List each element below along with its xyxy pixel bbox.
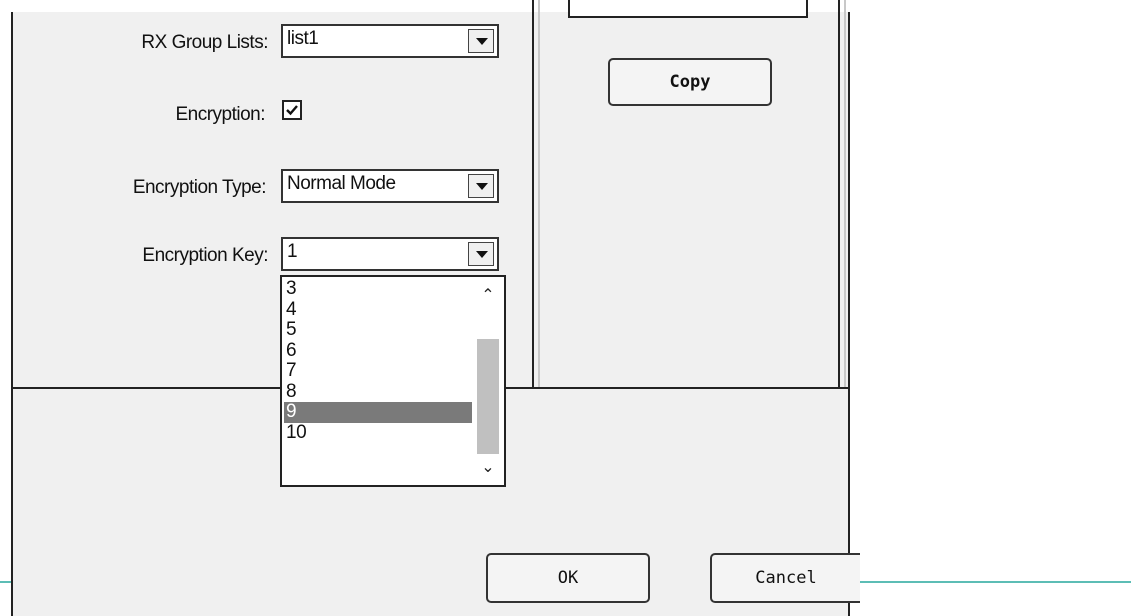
encryption-key-value: 1 bbox=[287, 241, 298, 262]
scroll-up-icon[interactable]: ⌃ bbox=[474, 283, 502, 309]
accent-line-left bbox=[0, 581, 11, 583]
rx-group-lists-value: list1 bbox=[287, 28, 319, 49]
panel-divider-right-shadow bbox=[844, 0, 846, 389]
encryption-label: Encryption: bbox=[175, 104, 265, 125]
encryption-key-dropdown[interactable]: 3 4 5 6 7 8 9 10 ⌃ ⌄ bbox=[280, 275, 506, 487]
chevron-down-icon[interactable] bbox=[468, 242, 494, 266]
rx-group-lists-select[interactable]: list1 bbox=[281, 24, 499, 58]
dropdown-scrollbar[interactable]: ⌃ ⌄ bbox=[474, 279, 502, 483]
ok-button[interactable]: OK bbox=[486, 553, 650, 603]
encryption-checkbox[interactable] bbox=[282, 100, 302, 120]
encryption-type-label: Encryption Type: bbox=[132, 177, 267, 198]
encryption-key-select[interactable]: 1 bbox=[281, 237, 499, 271]
checkmark-icon bbox=[286, 105, 298, 116]
chevron-down-icon[interactable] bbox=[468, 29, 494, 53]
scroll-down-icon[interactable]: ⌄ bbox=[474, 455, 502, 481]
encryption-key-option-list: 3 4 5 6 7 8 9 10 bbox=[284, 279, 472, 443]
panel-divider-right bbox=[838, 0, 840, 389]
top-text-field[interactable] bbox=[568, 0, 808, 18]
encryption-key-option[interactable]: 4 bbox=[284, 299, 472, 321]
encryption-type-value: Normal Mode bbox=[287, 173, 396, 194]
encryption-key-option[interactable]: 10 bbox=[284, 422, 472, 444]
panel-divider-left bbox=[532, 0, 534, 389]
encryption-type-select[interactable]: Normal Mode bbox=[281, 169, 499, 203]
encryption-key-option[interactable]: 8 bbox=[284, 381, 472, 403]
scrollbar-thumb[interactable] bbox=[477, 339, 499, 454]
encryption-key-option[interactable]: 7 bbox=[284, 361, 472, 382]
encryption-key-label: Encryption Key: bbox=[142, 245, 268, 266]
panel-divider-left-shadow bbox=[538, 0, 540, 389]
encryption-key-option[interactable]: 5 bbox=[284, 320, 472, 341]
copy-button[interactable]: Copy bbox=[608, 58, 772, 106]
panel-bottom-border-right bbox=[504, 387, 850, 389]
encryption-key-option[interactable]: 3 bbox=[284, 279, 472, 300]
chevron-down-icon[interactable] bbox=[468, 174, 494, 198]
rx-group-lists-label: RX Group Lists: bbox=[141, 32, 268, 53]
encryption-key-option[interactable]: 6 bbox=[284, 340, 472, 362]
encryption-key-option-highlighted[interactable]: 9 bbox=[284, 402, 472, 423]
cancel-button[interactable]: Cancel bbox=[710, 553, 860, 603]
accent-line-right bbox=[850, 581, 1131, 583]
